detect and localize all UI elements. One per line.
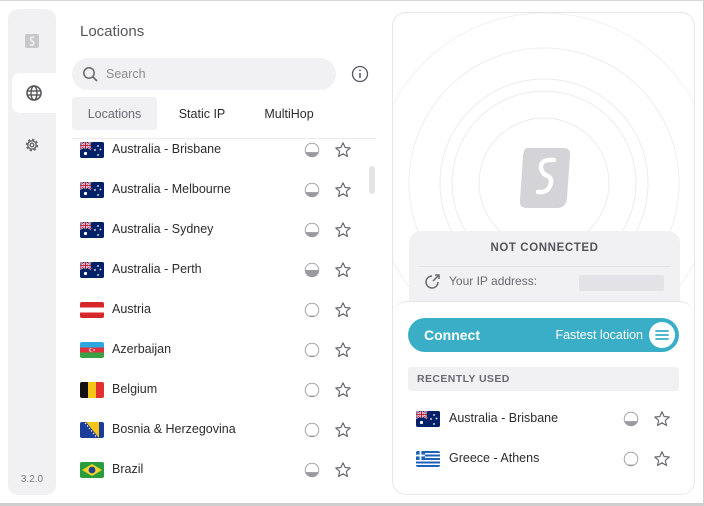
- list-scrollbar[interactable]: [369, 166, 375, 194]
- location-label: Australia - Brisbane: [112, 142, 222, 156]
- location-tabs: Locations Static IP MultiHop: [72, 97, 331, 130]
- globe-icon: [26, 85, 42, 101]
- location-label: Australia - Perth: [112, 262, 202, 276]
- server-load-icon: [304, 342, 320, 358]
- server-load-icon: [304, 182, 320, 198]
- info-icon[interactable]: [351, 65, 369, 83]
- flag-au-icon: [80, 142, 104, 158]
- tab-static-ip[interactable]: Static IP: [157, 97, 247, 130]
- location-label: Australia - Brisbane: [449, 411, 559, 425]
- connection-status: NOT CONNECTED: [490, 242, 599, 254]
- app-window: 3.2.0 Locations Search Locations Static …: [0, 0, 704, 506]
- favorite-star-icon[interactable]: [653, 410, 671, 428]
- location-label: Belgium: [112, 382, 158, 396]
- list-item[interactable]: Greece - Athens: [408, 439, 679, 479]
- list-item[interactable]: Australia - Brisbane: [408, 399, 679, 439]
- favorite-star-icon[interactable]: [653, 450, 671, 468]
- list-item[interactable]: Austria: [72, 290, 362, 330]
- list-item[interactable]: Australia - Sydney: [72, 210, 362, 250]
- recently-used-header: RECENTLY USED: [408, 367, 679, 391]
- flag-au-icon: [80, 182, 104, 198]
- app-version: 3.2.0: [20, 474, 44, 485]
- flag-ba-icon: [80, 422, 104, 438]
- list-item[interactable]: Belgium: [72, 370, 362, 410]
- server-load-icon: [623, 451, 639, 467]
- list-item[interactable]: Australia - Perth: [72, 250, 362, 290]
- page-title: Locations: [80, 23, 145, 40]
- fastest-location-label: Fastest location: [555, 328, 643, 342]
- server-load-icon: [304, 422, 320, 438]
- connection-status-card: NOT CONNECTED Your IP address:: [409, 231, 680, 311]
- server-load-icon: [623, 411, 639, 427]
- favorite-star-icon[interactable]: [334, 261, 352, 279]
- connect-label: Connect: [424, 327, 480, 343]
- favorite-star-icon[interactable]: [334, 141, 352, 159]
- tab-multihop[interactable]: MultiHop: [247, 97, 331, 130]
- search-placeholder: Search: [106, 67, 146, 81]
- favorite-star-icon[interactable]: [334, 181, 352, 199]
- external-link-icon: [425, 274, 440, 289]
- server-load-icon: [304, 382, 320, 398]
- connect-button[interactable]: Connect Fastest location: [408, 318, 679, 352]
- flag-br-icon: [80, 462, 104, 478]
- status-divider: [419, 266, 670, 267]
- surfshark-logo-icon[interactable]: [12, 21, 52, 61]
- location-list: Australia - Brisbane Australia - Melbour…: [72, 139, 372, 499]
- flag-at-icon: [80, 302, 104, 318]
- tab-locations[interactable]: Locations: [72, 97, 157, 130]
- server-load-icon: [304, 142, 320, 158]
- location-label: Greece - Athens: [449, 451, 540, 465]
- favorite-star-icon[interactable]: [334, 341, 352, 359]
- ip-address-row: Your IP address:: [425, 273, 537, 289]
- flag-az-icon: [80, 342, 104, 358]
- favorite-star-icon[interactable]: [334, 461, 352, 479]
- search-input[interactable]: Search: [72, 58, 336, 90]
- favorite-star-icon[interactable]: [334, 421, 352, 439]
- ip-address-value: [579, 275, 664, 291]
- sidebar: 3.2.0: [8, 9, 56, 495]
- server-load-icon: [304, 262, 320, 278]
- flag-au-icon: [80, 262, 104, 278]
- flag-au-icon: [416, 411, 440, 427]
- location-label: Azerbaijan: [112, 342, 172, 356]
- gear-icon: [25, 138, 39, 152]
- location-label: Australia - Sydney: [112, 222, 214, 236]
- list-item[interactable]: Brazil: [72, 450, 362, 490]
- ip-address-label: Your IP address:: [449, 274, 538, 288]
- location-label: Austria: [112, 302, 151, 316]
- flag-be-icon: [80, 382, 104, 398]
- favorite-star-icon[interactable]: [334, 381, 352, 399]
- list-item[interactable]: Azerbaijan: [72, 330, 362, 370]
- location-label: Australia - Melbourne: [112, 182, 231, 196]
- flag-gr-icon: [416, 451, 440, 467]
- sidebar-item-settings[interactable]: [12, 125, 52, 165]
- server-load-icon: [304, 462, 320, 478]
- location-label: Brazil: [112, 462, 144, 476]
- server-load-icon: [304, 222, 320, 238]
- list-item[interactable]: Australia - Melbourne: [72, 170, 362, 210]
- surfshark-logo-icon: [519, 148, 571, 208]
- favorite-star-icon[interactable]: [334, 221, 352, 239]
- favorite-star-icon[interactable]: [334, 301, 352, 319]
- menu-icon[interactable]: [649, 322, 675, 348]
- search-icon: [83, 67, 98, 82]
- server-load-icon: [304, 302, 320, 318]
- sidebar-item-locations[interactable]: [12, 73, 56, 113]
- list-item[interactable]: Australia - Brisbane: [72, 139, 362, 170]
- list-item[interactable]: Bosnia & Herzegovina: [72, 410, 362, 450]
- location-label: Bosnia & Herzegovina: [112, 422, 236, 436]
- flag-au-icon: [80, 222, 104, 238]
